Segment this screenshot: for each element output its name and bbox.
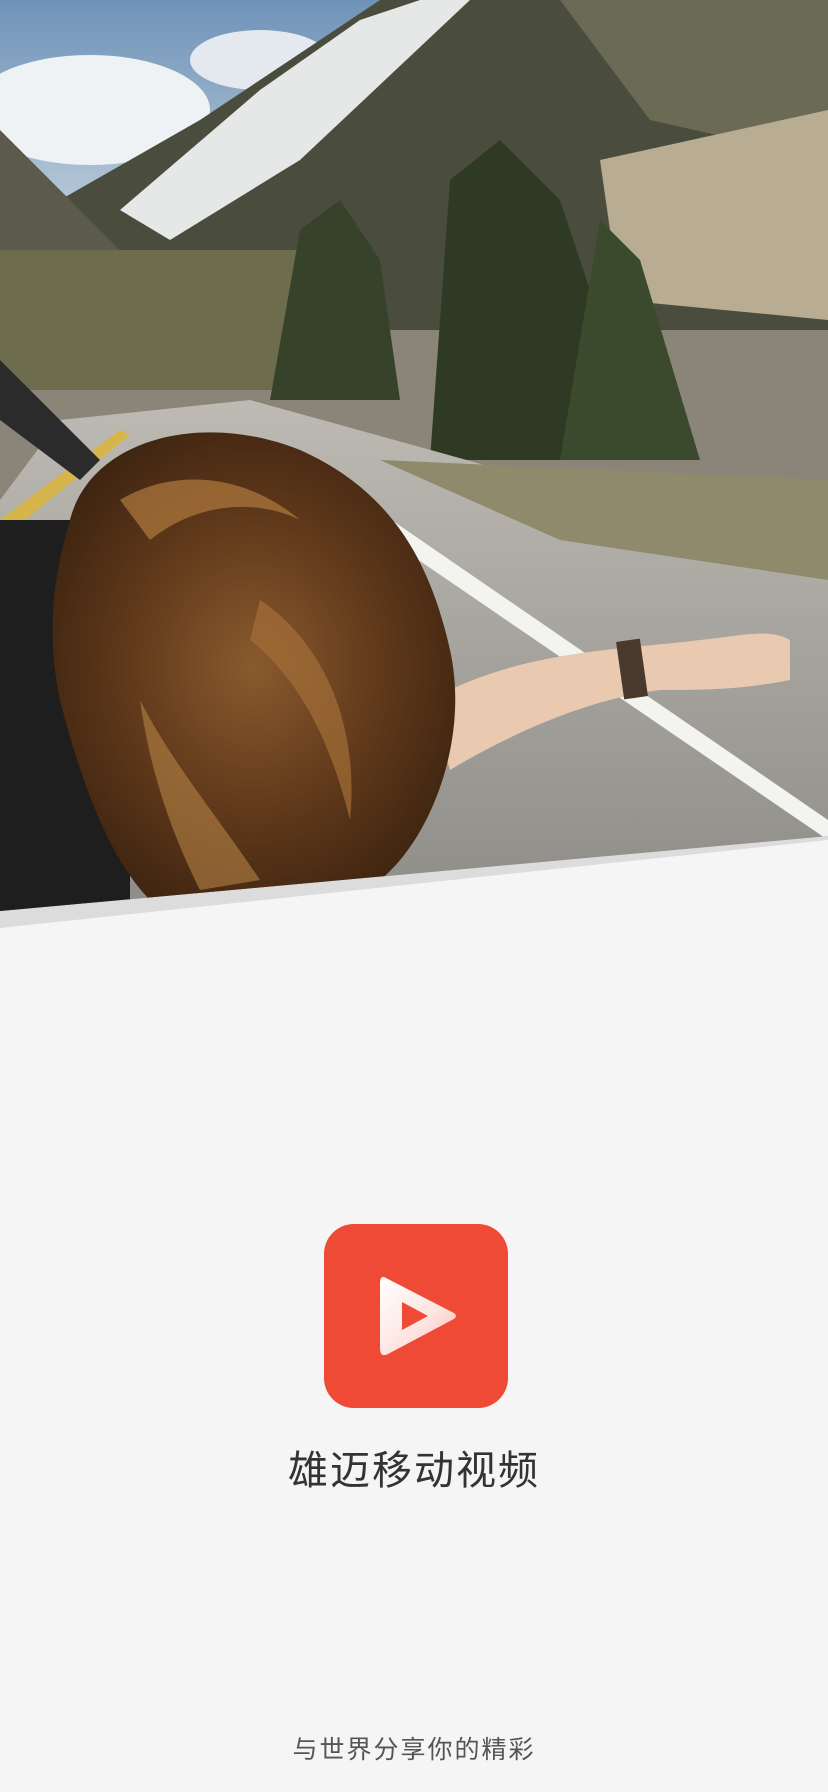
- hero-photo: [0, 0, 828, 911]
- slogan-text: 与世界分享你的精彩: [292, 1735, 536, 1764]
- splash-screen: 雄迈移动视频 与世界分享你的精彩: [0, 0, 828, 1792]
- app-name: 雄迈移动视频: [288, 1448, 540, 1494]
- app-logo: [324, 1224, 508, 1408]
- play-triangle-icon: [324, 1224, 508, 1408]
